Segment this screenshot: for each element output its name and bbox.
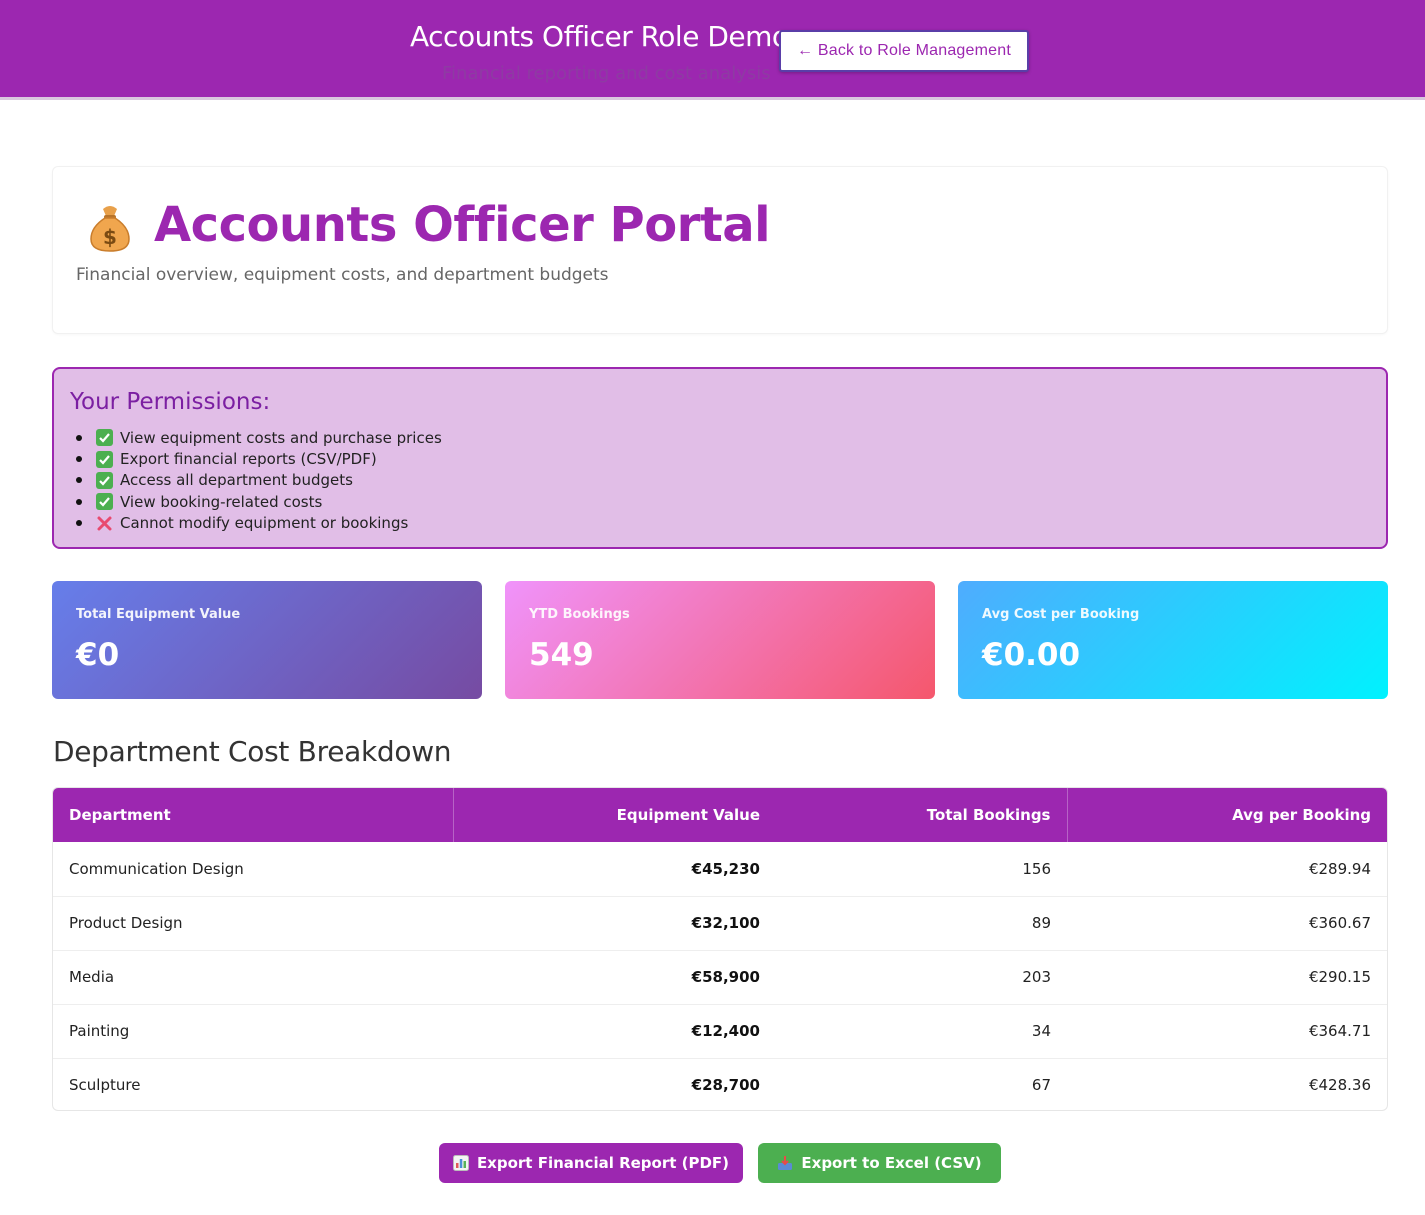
table-row: Painting €12,400 34 €364.71 [53,1004,1387,1058]
permission-text: Export financial reports (CSV/PDF) [120,450,377,469]
cell-equipment-value: €58,900 [691,968,760,986]
cell-total-bookings: 203 [1022,968,1051,986]
cell-equipment-value: €45,230 [691,859,760,878]
stat-label: Total Equipment Value [76,607,241,622]
stat-card-ytd-bookings: YTD Bookings 549 [505,581,935,699]
permission-item: Access all department budgets [76,470,442,491]
cell-department: Product Design [69,914,183,932]
bullet [76,498,82,505]
cell-department: Sculpture [69,1076,141,1095]
cell-avg-per-booking: €428.36 [1308,1076,1371,1095]
stat-card-total-equipment-value: Total Equipment Value €0 [52,581,482,699]
svg-text:$: $ [103,225,117,249]
inbox-tray-icon [777,1155,793,1171]
table-header-row: Department Equipment Value Total Booking… [53,788,1387,842]
permission-item: Cannot modify equipment or bookings [76,513,442,534]
cell-department: Media [69,968,115,986]
header-subtitle: Financial reporting and cost analysis [442,63,771,84]
permission-item: Export financial reports (CSV/PDF) [76,448,442,469]
export-csv-label: Export to Excel (CSV) [801,1154,982,1172]
permission-item: View booking-related costs [76,491,442,512]
bar-chart-icon [452,1155,469,1171]
table-row: Product Design €32,100 89 €360.67 [53,896,1387,950]
column-header-equipment-value[interactable]: Equipment Value [453,788,776,842]
column-header-total-bookings[interactable]: Total Bookings [776,788,1068,842]
export-pdf-button[interactable]: Export Financial Report (PDF) [439,1143,743,1183]
cell-department: Painting [69,1022,130,1040]
permission-text: View booking-related costs [120,492,323,511]
cell-total-bookings: 67 [1031,1076,1051,1095]
export-csv-button[interactable]: Export to Excel (CSV) [758,1143,1001,1183]
stat-label: Avg Cost per Booking [982,607,1140,622]
cell-total-bookings: 156 [1022,859,1051,878]
permission-text: Cannot modify equipment or bookings [120,514,409,533]
cell-avg-per-booking: €360.67 [1308,914,1371,932]
permissions-list: View equipment costs and purchase prices… [76,427,442,534]
check-icon [96,471,113,489]
check-icon [96,450,113,468]
stat-value: €0.00 [982,637,1081,673]
cell-avg-per-booking: €289.94 [1308,859,1371,878]
cell-department: Communication Design [69,859,244,878]
portal-title: Accounts Officer Portal [154,197,771,253]
permissions-panel: Your Permissions: View equipment costs a… [52,367,1388,549]
stat-card-avg-cost-per-booking: Avg Cost per Booking €0.00 [958,581,1388,699]
stat-value: €0 [76,637,120,673]
top-header: Accounts Officer Role Demo Financial rep… [0,0,1425,100]
export-pdf-label: Export Financial Report (PDF) [476,1154,730,1172]
cross-icon [96,515,113,532]
check-icon [96,429,113,447]
table-row: Media €58,900 203 €290.15 [53,950,1387,1004]
column-header-avg-per-booking[interactable]: Avg per Booking [1067,788,1387,842]
department-cost-table: Department Equipment Value Total Booking… [52,787,1388,1111]
bullet [76,477,82,484]
check-icon [96,493,113,511]
bullet [76,456,82,463]
table-row: Communication Design €45,230 156 €289.94 [53,842,1387,896]
cell-equipment-value: €28,700 [691,1076,760,1095]
cell-equipment-value: €12,400 [691,1022,760,1040]
cell-avg-per-booking: €290.15 [1308,968,1371,986]
money-bag-icon: $ [87,203,133,257]
back-to-role-management-button[interactable]: ← Back to Role Management [779,30,1029,72]
bullet [76,520,82,527]
cell-total-bookings: 34 [1031,1022,1051,1040]
bullet [76,434,82,441]
portal-subtitle: Financial overview, equipment costs, and… [76,265,609,285]
permission-text: View equipment costs and purchase prices [120,428,442,447]
column-header-department[interactable]: Department [53,788,454,842]
stat-label: YTD Bookings [529,607,630,622]
permission-item: View equipment costs and purchase prices [76,427,442,448]
permission-text: Access all department budgets [120,471,353,490]
portal-hero-card: $ Accounts Officer Portal Financial over… [52,166,1388,334]
cell-equipment-value: €32,100 [691,914,760,932]
department-breakdown-title: Department Cost Breakdown [53,735,452,768]
table-row: Sculpture €28,700 67 €428.36 [53,1058,1387,1110]
permissions-title: Your Permissions: [70,389,271,415]
cell-total-bookings: 89 [1031,914,1051,932]
stat-value: 549 [529,637,594,673]
cell-avg-per-booking: €364.71 [1308,1022,1371,1040]
header-title: Accounts Officer Role Demo [410,20,789,53]
